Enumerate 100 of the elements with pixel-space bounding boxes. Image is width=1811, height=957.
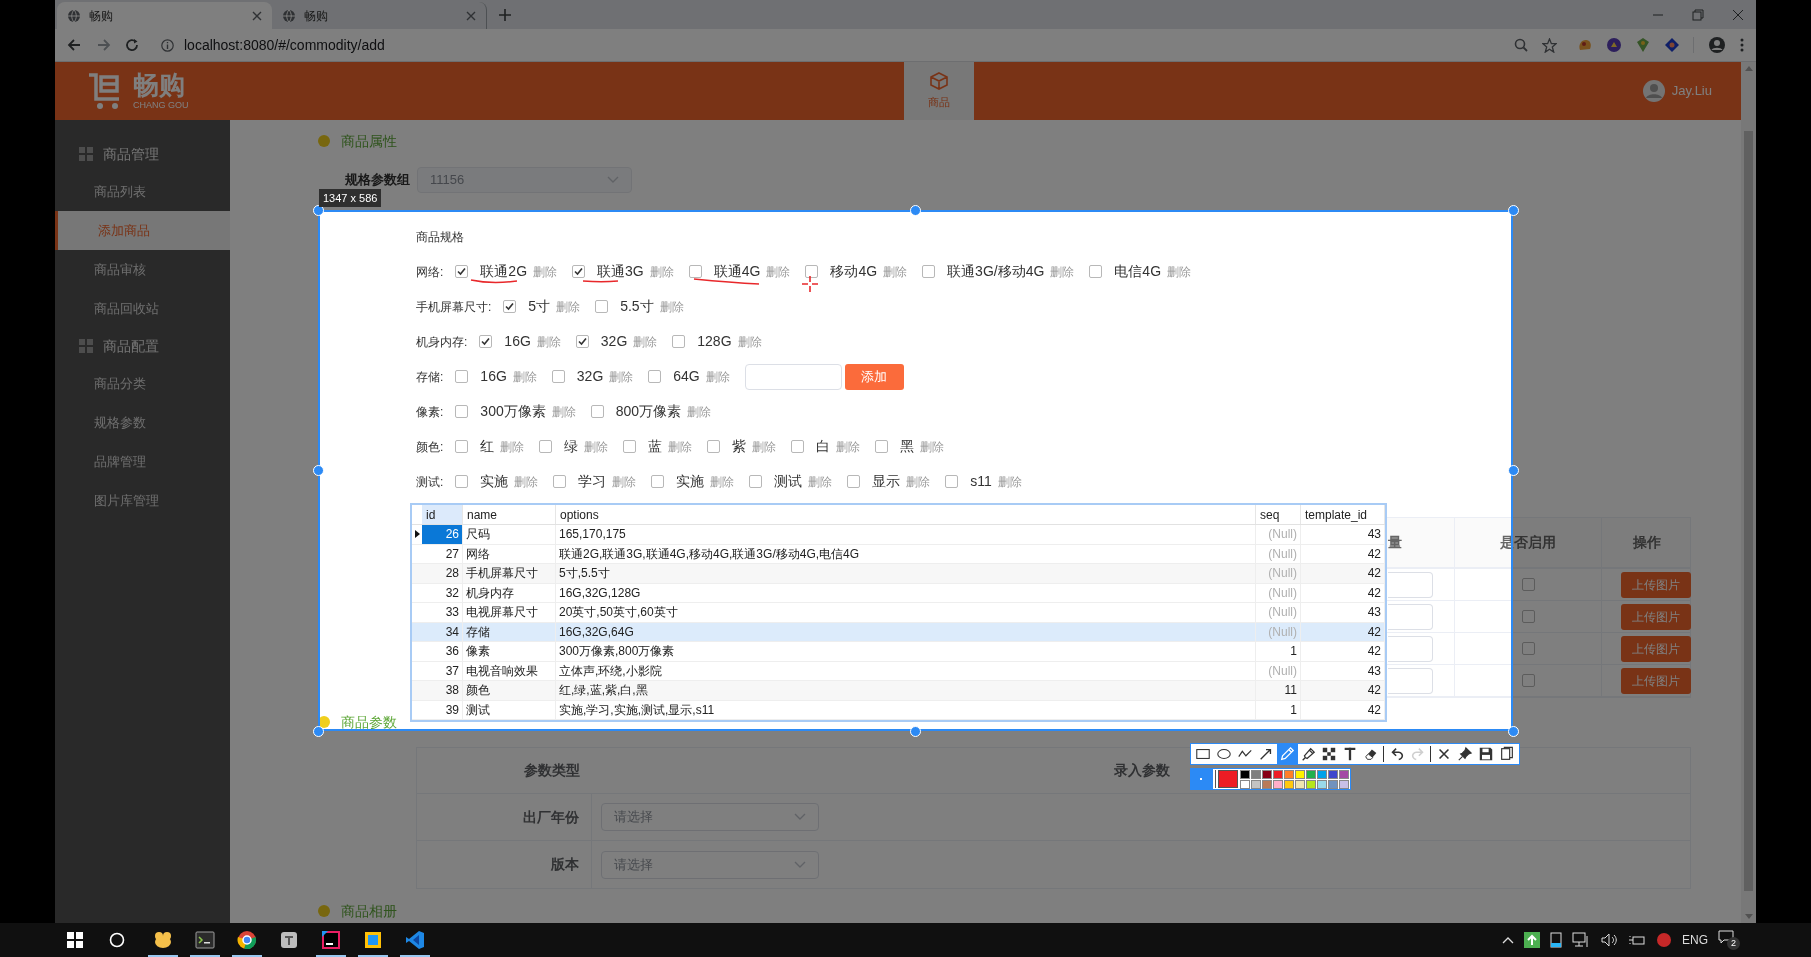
- color-swatch[interactable]: [1273, 769, 1283, 779]
- add-button[interactable]: 添加: [844, 363, 904, 390]
- input-field[interactable]: [1388, 571, 1433, 598]
- checkbox[interactable]: [539, 440, 553, 453]
- current-color-swatch[interactable]: [1218, 770, 1238, 788]
- checkbox[interactable]: [503, 300, 517, 313]
- checkbox[interactable]: [945, 475, 959, 488]
- column-header[interactable]: name: [463, 505, 556, 524]
- color-swatch[interactable]: [1251, 779, 1261, 789]
- sidebar-item[interactable]: 规格参数: [55, 403, 230, 442]
- checkbox[interactable]: [455, 475, 469, 488]
- resize-handle[interactable]: [910, 205, 921, 216]
- column-header[interactable]: id: [422, 505, 463, 524]
- color-swatch[interactable]: [1284, 769, 1294, 779]
- delete-link[interactable]: 删除: [920, 437, 945, 456]
- table-row[interactable]: 37 电视音响效果 立体声,环绕,小影院 (Null) 43: [412, 661, 1385, 681]
- delete-link[interactable]: 删除: [1167, 262, 1192, 281]
- color-swatch[interactable]: [1240, 779, 1250, 789]
- delete-link[interactable]: 删除: [808, 472, 833, 491]
- input-field[interactable]: [744, 363, 842, 390]
- url-text[interactable]: localhost:8080/#/commodity/add: [184, 34, 385, 56]
- record-icon[interactable]: [1656, 932, 1672, 948]
- table-row[interactable]: 33 电视屏幕尺寸 20英寸,50英寸,60英寸 (Null) 43: [412, 603, 1385, 623]
- checkbox[interactable]: [707, 440, 721, 453]
- checkbox[interactable]: [875, 440, 889, 453]
- color-swatch[interactable]: [1306, 779, 1316, 789]
- checkbox[interactable]: [455, 265, 469, 278]
- checkbox[interactable]: [479, 335, 493, 348]
- color-swatch[interactable]: [1317, 769, 1327, 779]
- delete-link[interactable]: 删除: [612, 472, 637, 491]
- delete-link[interactable]: 删除: [556, 297, 581, 316]
- delete-link[interactable]: 删除: [1050, 262, 1075, 281]
- upload-arrow-icon[interactable]: [1524, 932, 1540, 948]
- checkbox[interactable]: [749, 475, 763, 488]
- color-swatch[interactable]: [1262, 779, 1272, 789]
- color-swatch[interactable]: [1317, 779, 1327, 789]
- delete-link[interactable]: 删除: [836, 437, 861, 456]
- color-swatch[interactable]: [1295, 769, 1305, 779]
- checkbox[interactable]: [575, 335, 589, 348]
- delete-link[interactable]: 删除: [668, 437, 693, 456]
- checkbox[interactable]: [1089, 265, 1103, 278]
- tablet-icon[interactable]: [1550, 932, 1562, 948]
- color-swatch[interactable]: [1251, 769, 1261, 779]
- power-plug-icon[interactable]: [1628, 933, 1646, 947]
- color-swatch[interactable]: [1328, 769, 1338, 779]
- resize-handle[interactable]: [910, 726, 921, 737]
- network-icon[interactable]: [1572, 932, 1590, 948]
- table-row[interactable]: 28 手机屏幕尺寸 5寸,5.5寸 (Null) 42: [412, 564, 1385, 584]
- resize-handle[interactable]: [313, 465, 324, 476]
- checkbox[interactable]: [688, 265, 702, 278]
- delete-link[interactable]: 删除: [584, 437, 609, 456]
- color-swatch[interactable]: [1262, 769, 1272, 779]
- delete-link[interactable]: 删除: [906, 472, 931, 491]
- delete-link[interactable]: 删除: [752, 437, 777, 456]
- input-field[interactable]: [1388, 667, 1433, 694]
- color-swatch[interactable]: [1339, 779, 1349, 789]
- delete-link[interactable]: 删除: [659, 297, 684, 316]
- table-row[interactable]: 38 颜色 红,绿,蓝,紫,白,黑 11 42: [412, 681, 1385, 701]
- delete-link[interactable]: 删除: [536, 332, 561, 351]
- input-field[interactable]: [1388, 603, 1433, 630]
- sidebar-item[interactable]: 商品回收站: [55, 289, 230, 328]
- checkbox[interactable]: [455, 405, 469, 418]
- notification-button[interactable]: 2: [1718, 930, 1740, 950]
- checkbox[interactable]: [648, 370, 662, 383]
- delete-link[interactable]: 删除: [883, 262, 908, 281]
- checkbox[interactable]: [590, 405, 604, 418]
- volume-icon[interactable]: [1600, 932, 1618, 948]
- delete-link[interactable]: 删除: [514, 472, 539, 491]
- delete-link[interactable]: 删除: [609, 367, 634, 386]
- windows-start-icon[interactable]: [67, 932, 83, 948]
- table-row[interactable]: 36 像素 300万像素,800万像素 1 42: [412, 642, 1385, 662]
- table-row[interactable]: 26 尺码 165,170,175 (Null) 43: [412, 525, 1385, 545]
- checkbox[interactable]: [791, 440, 805, 453]
- checkbox[interactable]: [595, 300, 609, 313]
- column-header[interactable]: seq: [1256, 505, 1301, 524]
- color-swatch[interactable]: [1339, 769, 1349, 779]
- checkbox[interactable]: [847, 475, 861, 488]
- table-row[interactable]: 39 测试 实施,学习,实施,测试,显示,s11 1 42: [412, 700, 1385, 720]
- delete-link[interactable]: 删除: [551, 402, 576, 421]
- delete-link[interactable]: 删除: [766, 262, 791, 281]
- input-field[interactable]: [1388, 635, 1433, 662]
- language-indicator[interactable]: ENG: [1682, 931, 1708, 949]
- checkbox[interactable]: [455, 440, 469, 453]
- checkbox[interactable]: [623, 440, 637, 453]
- checkbox[interactable]: [455, 370, 469, 383]
- sidebar-item[interactable]: 品牌管理: [55, 442, 230, 481]
- checkbox[interactable]: [553, 475, 567, 488]
- table-row[interactable]: 34 存储 16G,32G,64G (Null) 42: [412, 622, 1385, 642]
- delete-link[interactable]: 删除: [633, 332, 658, 351]
- chevron-up-icon[interactable]: [1502, 936, 1514, 944]
- column-header[interactable]: options: [556, 505, 1256, 524]
- delete-link[interactable]: 删除: [997, 472, 1022, 491]
- sidebar-group[interactable]: 商品管理: [55, 136, 230, 172]
- color-swatch[interactable]: [1295, 779, 1305, 789]
- delete-link[interactable]: 删除: [649, 262, 674, 281]
- color-swatch[interactable]: [1306, 769, 1316, 779]
- delete-link[interactable]: 删除: [737, 332, 762, 351]
- sidebar-item[interactable]: 商品列表: [55, 172, 230, 211]
- checkbox[interactable]: [651, 475, 665, 488]
- sidebar-group[interactable]: 商品配置: [55, 328, 230, 364]
